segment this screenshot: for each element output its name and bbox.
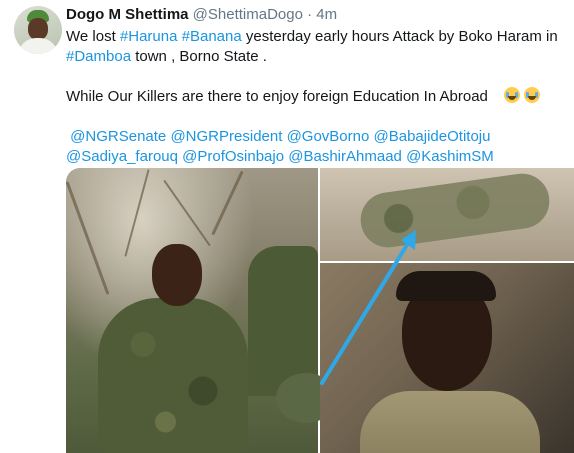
branch-shape xyxy=(211,170,244,236)
soldier-uniform-shape xyxy=(98,298,248,453)
selfie-cap-shape xyxy=(396,271,496,301)
text-fragment: town , Borno State . xyxy=(131,48,267,65)
media-grid xyxy=(66,168,574,453)
mention-profosinbajo[interactable]: @ProfOsinbajo xyxy=(182,148,284,165)
mention-kashimsm[interactable]: @KashimSM xyxy=(406,148,494,165)
text-line-1: We lost #Haruna #Banana yesterday early … xyxy=(66,27,562,47)
mentions-line-1: @NGRSenate @NGRPresident @GovBorno @Baba… xyxy=(66,127,562,147)
crying-face-icon xyxy=(504,87,521,103)
tweet-text: We lost #Haruna #Banana yesterday early … xyxy=(66,27,562,167)
timestamp[interactable]: 4m xyxy=(316,6,337,23)
mention-govborno[interactable]: @GovBorno xyxy=(287,128,370,145)
hashtag-banana[interactable]: #Banana xyxy=(182,28,242,45)
author-handle[interactable]: @ShettimaDogo xyxy=(193,6,303,23)
mentions-line-2: @Sadiya_farouq @ProfOsinbajo @BashirAhma… xyxy=(66,147,562,167)
soldier-in-forest-photo[interactable] xyxy=(66,168,336,453)
mention-sadiya-farouq[interactable]: @Sadiya_farouq xyxy=(66,148,178,165)
fallen-soldiers-photo[interactable] xyxy=(320,168,574,261)
avatar-robe xyxy=(18,38,58,54)
selfie-shirt-shape xyxy=(360,391,540,453)
author-name[interactable]: Dogo M Shettima xyxy=(66,6,189,23)
avatar[interactable] xyxy=(14,6,62,54)
text-fragment: We lost xyxy=(66,28,120,45)
selfie-photo[interactable] xyxy=(320,263,574,453)
tweet-header: Dogo M Shettima @ShettimaDogo · 4m xyxy=(66,5,337,25)
text-line-3: While Our Killers are there to enjoy for… xyxy=(66,87,562,107)
mention-bashirahmaad[interactable]: @BashirAhmaad xyxy=(288,148,402,165)
hashtag-haruna[interactable]: #Haruna xyxy=(120,28,178,45)
mention-ngrpresident[interactable]: @NGRPresident xyxy=(170,128,282,145)
mention-ngrsenate[interactable]: @NGRSenate xyxy=(70,128,166,145)
branch-shape xyxy=(163,179,211,247)
separator-dot: · xyxy=(307,6,313,23)
tweet[interactable]: Dogo M Shettima @ShettimaDogo · 4m We lo… xyxy=(0,0,574,453)
hashtag-damboa[interactable]: #Damboa xyxy=(66,48,131,65)
text-fragment: While Our Killers are there to enjoy for… xyxy=(66,88,488,105)
soldier-head-shape xyxy=(152,244,202,306)
mention-babajideotitoju[interactable]: @BabajideOtitoju xyxy=(374,128,491,145)
branch-shape xyxy=(66,181,110,295)
crying-face-icon xyxy=(524,87,541,103)
avatar-face xyxy=(28,18,48,40)
lying-body-shape xyxy=(357,170,553,251)
text-line-2: #Damboa town , Borno State . xyxy=(66,47,562,67)
branch-shape xyxy=(124,169,150,257)
text-fragment: yesterday early hours Attack by Boko Har… xyxy=(241,28,558,45)
